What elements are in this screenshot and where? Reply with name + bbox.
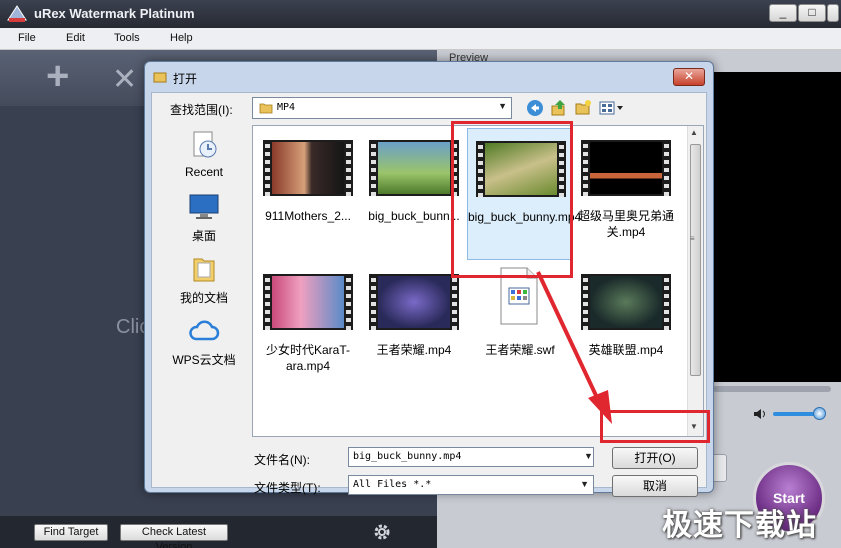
recent-places-icon: [193, 131, 217, 158]
documents-folder-icon: [193, 258, 215, 282]
place-documents[interactable]: 我的文档: [162, 253, 246, 306]
place-recent-label: Recent: [184, 165, 224, 179]
lookin-value: MP4: [277, 102, 296, 113]
vertical-scrollbar[interactable]: ▲ ≡ ▼: [687, 126, 703, 436]
place-documents-label: 我的文档: [179, 291, 228, 305]
video-thumbnail: [369, 274, 459, 330]
app-titlebar: uRex Watermark Platinum _ □: [0, 0, 841, 28]
place-desktop-label: 桌面: [191, 229, 216, 243]
filetype-value: All Files *.*: [353, 479, 432, 490]
file-name: 王者荣耀.mp4: [376, 343, 452, 357]
preview-area: [713, 72, 841, 382]
speaker-icon[interactable]: [753, 408, 767, 420]
chevron-down-icon: ▼: [580, 479, 589, 489]
place-wps-cloud-label: WPS云文档: [172, 353, 236, 367]
file-item[interactable]: 超级马里奥兄弟通关.mp4: [573, 128, 679, 260]
video-thumbnail: [263, 140, 353, 196]
scroll-up-icon[interactable]: ▲: [690, 128, 698, 137]
add-file-icon[interactable]: +: [46, 56, 69, 96]
scroll-thumb[interactable]: [690, 144, 701, 376]
check-version-button[interactable]: Check Latest Version: [120, 524, 228, 548]
app-title: uRex Watermark Platinum: [34, 6, 195, 21]
scroll-grip-icon: ≡: [690, 234, 695, 243]
new-folder-icon[interactable]: [574, 99, 592, 117]
close-app-button[interactable]: [827, 4, 839, 22]
video-thumbnail: [263, 274, 353, 330]
video-thumbnail: [369, 140, 459, 196]
app-logo-icon: [7, 5, 27, 22]
annotation-arrow-icon: [536, 271, 612, 424]
file-name: 911Mothers_2...: [265, 209, 351, 223]
folder-open-icon: [153, 72, 167, 83]
menu-tools[interactable]: Tools: [114, 32, 140, 44]
menu-file[interactable]: File: [18, 32, 36, 44]
file-item[interactable]: 911Mothers_2...: [255, 128, 361, 260]
minimize-button[interactable]: _: [769, 4, 797, 22]
gear-icon[interactable]: [372, 522, 392, 542]
seek-slider[interactable]: [713, 386, 831, 392]
back-icon[interactable]: [526, 99, 544, 117]
place-recent[interactable]: Recent: [162, 129, 246, 179]
place-wps-cloud[interactable]: WPS云文档: [162, 315, 246, 368]
filetype-label: 文件类型(T):: [254, 481, 321, 495]
remove-file-icon[interactable]: ✕: [112, 60, 137, 100]
dialog-titlebar: 打开 ✕: [145, 62, 713, 92]
open-button[interactable]: 打开(O): [612, 447, 698, 469]
wps-cloud-icon: [189, 320, 220, 341]
file-name: 少女时代KaraT-ara.mp4: [265, 343, 350, 373]
bottom-bar: Find Target Check Latest Version: [0, 516, 437, 548]
view-menu-icon[interactable]: [598, 99, 624, 117]
folder-icon: [259, 103, 273, 114]
menu-edit[interactable]: Edit: [66, 32, 85, 44]
watermark-logo: 极速下载站: [662, 509, 817, 542]
find-target-button[interactable]: Find Target: [34, 524, 108, 541]
video-thumbnail: [581, 140, 671, 196]
file-item[interactable]: 王者荣耀.mp4: [361, 262, 467, 394]
filetype-select[interactable]: All Files *.* ▼: [348, 475, 594, 495]
file-name: 超级马里奥兄弟通关.mp4: [577, 209, 674, 239]
lookin-combobox[interactable]: MP4 ▼: [252, 97, 512, 119]
dialog-close-button[interactable]: ✕: [673, 68, 705, 86]
maximize-button[interactable]: □: [798, 4, 826, 22]
dialog-title: 打开: [173, 72, 198, 86]
up-folder-icon[interactable]: [550, 99, 568, 117]
menu-help[interactable]: Help: [170, 32, 193, 44]
highlight-selected-file: [451, 121, 573, 278]
places-bar: Recent 桌面 我的文档 WPS云文档: [162, 125, 246, 425]
volume-knob[interactable]: [813, 407, 826, 420]
file-item[interactable]: 少女时代KaraT-ara.mp4: [255, 262, 361, 394]
menubar: File Edit Tools Help: [0, 28, 841, 50]
filename-label: 文件名(N):: [254, 453, 310, 467]
lookin-label: 查找范围(I):: [170, 103, 233, 117]
chevron-down-icon: ▼: [498, 101, 507, 111]
cancel-button[interactable]: 取消: [612, 475, 698, 497]
place-desktop[interactable]: 桌面: [162, 191, 246, 244]
filename-input[interactable]: big_buck_bunny.mp4: [348, 447, 594, 467]
desktop-icon: [189, 194, 219, 219]
